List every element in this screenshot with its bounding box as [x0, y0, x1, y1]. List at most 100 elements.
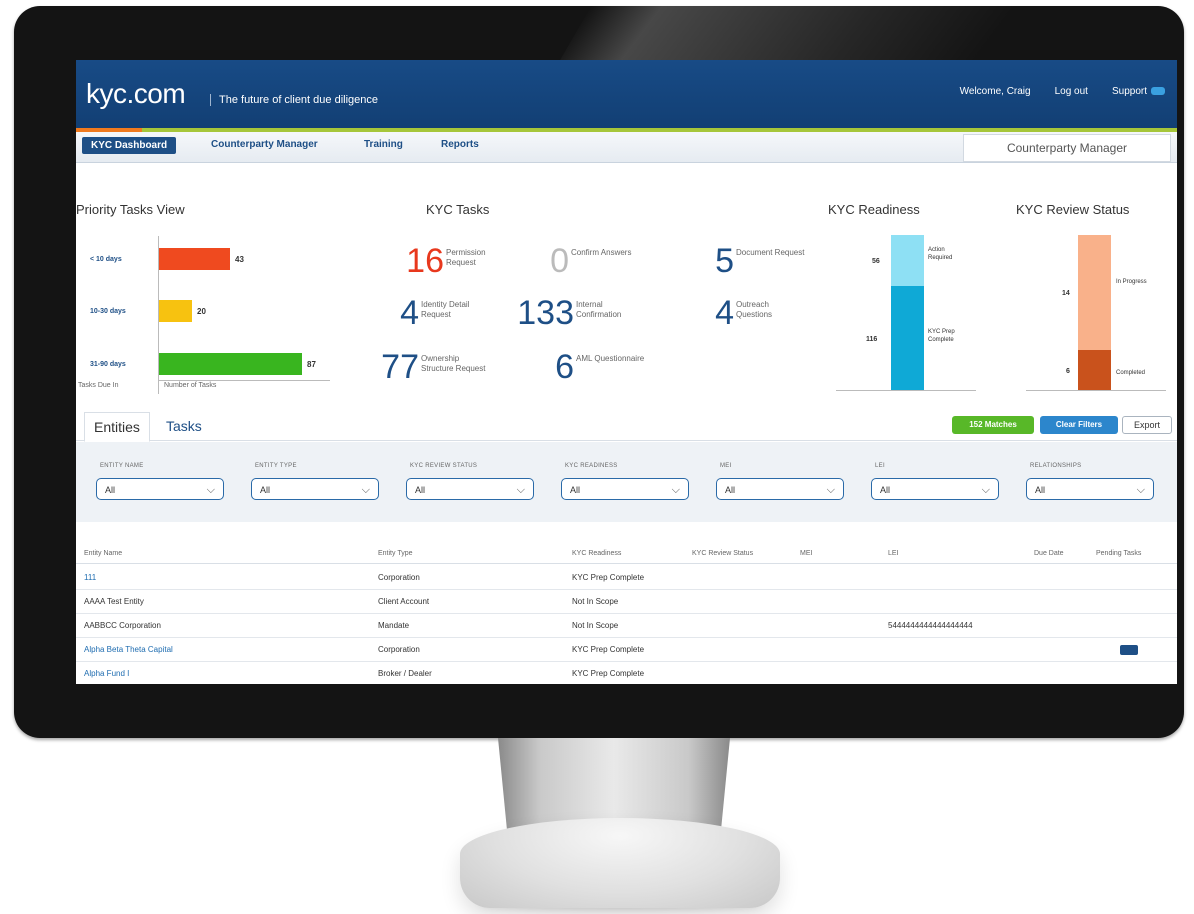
kyc-task-label: Identity Detail Request [421, 300, 470, 319]
filter-select-value: All [1035, 485, 1046, 495]
logo[interactable]: kyc.com [86, 78, 186, 110]
export-button[interactable]: Export [1122, 416, 1172, 434]
filter-label: Entity Name [100, 463, 144, 469]
lei-cell: 5444444444444444444 [888, 621, 973, 630]
bezel-glare [556, 6, 1184, 66]
kyc-readiness-cell: KYC Prep Complete [572, 669, 645, 678]
counterparty-manager-box[interactable]: Counterparty Manager [963, 134, 1171, 162]
priority-bar[interactable] [159, 353, 302, 375]
table-column-header[interactable]: LEI [888, 550, 899, 557]
entity-type-cell: Corporation [378, 573, 420, 582]
filter-select[interactable]: All ⌵ [716, 478, 844, 500]
priority-bar-value: 20 [197, 307, 206, 316]
priority-bar[interactable] [159, 248, 230, 270]
readiness-action-required-segment[interactable] [891, 235, 924, 286]
entity-type-cell: Corporation [378, 645, 420, 654]
table-row[interactable]: AAAA Test Entity Client Account Not In Sco… [76, 591, 1177, 614]
clear-filters-button[interactable]: Clear Filters [1040, 416, 1118, 434]
filter-select-value: All [105, 485, 116, 495]
entity-name-cell[interactable]: 111 [84, 573, 96, 582]
table-column-header[interactable]: MEI [800, 550, 812, 557]
priority-row-label: 31-90 days [90, 361, 126, 368]
kyc-readiness-cell: Not In Scope [572, 597, 619, 606]
table-column-header[interactable]: Due Date [1034, 550, 1064, 557]
table-column-header[interactable]: KYC Readiness [572, 550, 621, 557]
kyc-task-count[interactable]: 4 [400, 296, 419, 330]
filter-select[interactable]: All ⌵ [406, 478, 534, 500]
review-in-progress-segment[interactable] [1078, 235, 1111, 350]
filter-select-value: All [260, 485, 271, 495]
entity-name-cell[interactable]: Alpha Beta Theta Capital [84, 645, 173, 654]
filter-select[interactable]: All ⌵ [561, 478, 689, 500]
kyc-task-label: Ownership Structure Request [421, 354, 486, 373]
chevron-down-icon: ⌵ [361, 484, 370, 496]
table-row[interactable]: Alpha Fund I Broker / Dealer KYC Prep Comp… [76, 663, 1177, 684]
filter-select[interactable]: All ⌵ [96, 478, 224, 500]
filter-label: LEI [875, 463, 885, 469]
logout-link[interactable]: Log out [1055, 86, 1088, 97]
priority-row-label: 10-30 days [90, 308, 126, 315]
filter-select-value: All [725, 485, 736, 495]
table-column-header[interactable]: Entity Type [378, 550, 413, 557]
kyc-task-count[interactable]: 5 [715, 244, 734, 278]
monitor-bezel: kyc.com The future of client due diligen… [14, 6, 1184, 738]
kyc-task-count[interactable]: 16 [406, 244, 444, 278]
review-baseline [1026, 390, 1166, 391]
tagline: The future of client due diligence [210, 94, 378, 106]
chevron-down-icon: ⌵ [671, 484, 680, 496]
filter-select[interactable]: All ⌵ [1026, 478, 1154, 500]
kyc-tasks-title: KYC Tasks [426, 202, 490, 217]
kyc-readiness-cell: KYC Prep Complete [572, 573, 645, 582]
review-completed-segment[interactable] [1078, 350, 1111, 390]
table-row[interactable]: Alpha Beta Theta Capital Corporation KYC P… [76, 639, 1177, 662]
priority-x-caption: Tasks Due In [78, 382, 119, 389]
tab-reports[interactable]: Reports [441, 139, 479, 150]
kyc-task-count[interactable]: 0 [550, 244, 569, 278]
readiness-prep-complete-segment[interactable] [891, 286, 924, 390]
kyc-readiness-title: KYC Readiness [828, 202, 920, 217]
readiness-prep-complete-value: 116 [866, 336, 878, 343]
welcome-text: Welcome, Craig [959, 86, 1031, 97]
kyc-task-count[interactable]: 133 [517, 296, 574, 330]
readiness-action-required-label: Action Required [928, 247, 953, 261]
review-in-progress-label: In Progress [1116, 279, 1147, 285]
entity-name-cell[interactable]: Alpha Fund I [84, 669, 129, 678]
entity-type-cell: Broker / Dealer [378, 669, 432, 678]
tab-training[interactable]: Training [364, 139, 403, 150]
filter-label: Entity Type [255, 463, 297, 469]
kyc-task-label: Internal Confirmation [576, 300, 622, 319]
readiness-baseline [836, 390, 976, 391]
chevron-down-icon: ⌵ [981, 484, 990, 496]
filter-select-value: All [415, 485, 426, 495]
entity-type-cell: Mandate [378, 621, 410, 630]
filter-select[interactable]: All ⌵ [251, 478, 379, 500]
chevron-down-icon: ⌵ [1136, 484, 1145, 496]
filter-label: MEI [720, 463, 732, 469]
filter-select-value: All [570, 485, 581, 495]
kyc-task-label: Permission Request [446, 248, 486, 267]
kyc-task-count[interactable]: 6 [555, 350, 574, 384]
tab-counterparty-manager[interactable]: Counterparty Manager [211, 139, 318, 150]
table-column-header[interactable]: Pending Tasks [1096, 550, 1141, 557]
review-completed-value: 6 [1066, 368, 1070, 375]
table-column-header[interactable]: KYC Review Status [692, 550, 753, 557]
filter-select[interactable]: All ⌵ [871, 478, 999, 500]
tab-tasks[interactable]: Tasks [166, 418, 202, 434]
table-column-header[interactable]: Entity Name [84, 550, 122, 557]
filter-select-value: All [880, 485, 891, 495]
support-link[interactable]: Support [1112, 86, 1165, 97]
kyc-review-title: KYC Review Status [1016, 202, 1130, 217]
chevron-down-icon: ⌵ [826, 484, 835, 496]
table-row[interactable]: 111 Corporation KYC Prep Complete [76, 567, 1177, 590]
priority-bar-value: 87 [307, 360, 316, 369]
app-header: kyc.com The future of client due diligen… [76, 60, 1177, 128]
readiness-action-required-value: 56 [872, 258, 880, 265]
priority-bar[interactable] [159, 300, 192, 322]
table-row[interactable]: AABBCC Corporation Mandate Not In Scope 544… [76, 615, 1177, 638]
kyc-task-count[interactable]: 77 [381, 350, 419, 384]
kyc-task-count[interactable]: 4 [715, 296, 734, 330]
tab-entities[interactable]: Entities [84, 412, 150, 442]
matches-badge[interactable]: 152 Matches [952, 416, 1034, 434]
tab-kyc-dashboard[interactable]: KYC Dashboard [82, 137, 177, 154]
pending-tasks-badge[interactable] [1120, 645, 1138, 655]
